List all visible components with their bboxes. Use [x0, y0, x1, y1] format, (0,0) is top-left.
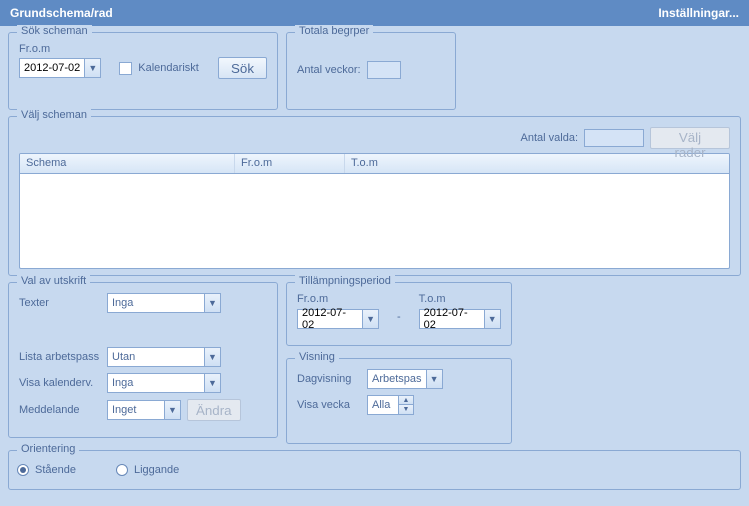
texter-value: Inga — [108, 297, 204, 309]
chevron-down-icon[interactable]: ▼ — [362, 310, 378, 328]
sok-scheman-group: Sök scheman Fr.o.m 2012-07-02 ▼ Kalendar… — [8, 32, 278, 110]
totala-group: Totala begrper Antal veckor: — [286, 32, 456, 110]
chevron-down-icon[interactable]: ▼ — [204, 348, 220, 366]
window-header: Grundschema/rad Inställningar... — [0, 0, 749, 26]
lista-combo[interactable]: Utan ▼ — [107, 347, 221, 367]
antal-veckor-value — [367, 61, 401, 79]
antal-veckor-label: Antal veckor: — [297, 64, 361, 76]
chevron-down-icon[interactable]: ▼ — [204, 294, 220, 312]
staende-label: Stående — [35, 464, 76, 476]
spinner-up-icon[interactable]: ▲ — [399, 396, 413, 405]
liggande-radio[interactable] — [116, 464, 128, 476]
scheman-table: Schema Fr.o.m T.o.m — [19, 153, 730, 269]
sok-button[interactable]: Sök — [218, 57, 267, 79]
chevron-down-icon[interactable]: ▼ — [484, 310, 500, 328]
window-title: Grundschema/rad — [10, 6, 113, 20]
meddelande-combo[interactable]: Inget ▼ — [107, 400, 181, 420]
vecka-spinner[interactable]: Alla ▲ ▼ — [367, 395, 414, 415]
kalender-label: Visa kalenderv. — [19, 377, 107, 389]
andra-button: Ändra — [187, 399, 241, 421]
tillamp-from-input[interactable]: 2012-07-02 ▼ — [297, 309, 379, 329]
tillamp-from-label: Fr.o.m — [297, 293, 379, 305]
dagvisning-value: Arbetspas — [368, 373, 426, 385]
col-from[interactable]: Fr.o.m — [235, 154, 345, 173]
tillamp-tom-label: T.o.m — [419, 293, 501, 305]
dagvisning-combo[interactable]: Arbetspas ▼ — [367, 369, 443, 389]
tillamp-legend: Tillämpningsperiod — [295, 275, 395, 287]
liggande-label: Liggande — [134, 464, 179, 476]
col-tom[interactable]: T.o.m — [345, 154, 729, 173]
table-header: Schema Fr.o.m T.o.m — [20, 154, 729, 174]
settings-link[interactable]: Inställningar... — [658, 6, 739, 20]
from-label: Fr.o.m — [19, 43, 267, 55]
period-separator: - — [397, 311, 401, 323]
visning-group: Visning Dagvisning Arbetspas ▼ Visa veck… — [286, 358, 512, 444]
valj-scheman-group: Välj scheman Antal valda: Välj rader Sch… — [8, 116, 741, 276]
kalendariskt-label: Kalendariskt — [138, 62, 199, 74]
staende-radio[interactable] — [17, 464, 29, 476]
dagvisning-label: Dagvisning — [297, 373, 367, 385]
kalender-value: Inga — [108, 377, 204, 389]
vecka-label: Visa vecka — [297, 399, 367, 411]
orientering-legend: Orientering — [17, 443, 79, 455]
chevron-down-icon[interactable]: ▼ — [164, 401, 180, 419]
visning-legend: Visning — [295, 351, 339, 363]
kalendariskt-checkbox[interactable] — [119, 62, 132, 75]
kalender-combo[interactable]: Inga ▼ — [107, 373, 221, 393]
lista-label: Lista arbetspass — [19, 351, 107, 363]
totala-legend: Totala begrper — [295, 25, 373, 37]
spinner-down-icon[interactable]: ▼ — [399, 405, 413, 414]
valj-rader-button: Välj rader — [650, 127, 730, 149]
texter-combo[interactable]: Inga ▼ — [107, 293, 221, 313]
meddelande-value: Inget — [108, 404, 164, 416]
from-date-input[interactable]: 2012-07-02 ▼ — [19, 58, 101, 78]
col-schema[interactable]: Schema — [20, 154, 235, 173]
chevron-down-icon[interactable]: ▼ — [204, 374, 220, 392]
tillamp-from-value: 2012-07-02 — [298, 307, 362, 331]
texter-label: Texter — [19, 297, 107, 309]
sok-scheman-legend: Sök scheman — [17, 25, 92, 37]
antal-valda-label: Antal valda: — [521, 132, 578, 144]
valj-scheman-legend: Välj scheman — [17, 109, 91, 121]
val-utskrift-group: Val av utskrift Texter Inga ▼ Lista arbe… — [8, 282, 278, 438]
lista-value: Utan — [108, 351, 204, 363]
tillamp-tom-value: 2012-07-02 — [420, 307, 484, 331]
meddelande-label: Meddelande — [19, 404, 107, 416]
antal-valda-value — [584, 129, 644, 147]
orientering-group: Orientering Stående Liggande — [8, 450, 741, 490]
val-utskrift-legend: Val av utskrift — [17, 275, 90, 287]
chevron-down-icon[interactable]: ▼ — [84, 59, 100, 77]
tillampningsperiod-group: Tillämpningsperiod Fr.o.m 2012-07-02 ▼ -… — [286, 282, 512, 346]
tillamp-tom-input[interactable]: 2012-07-02 ▼ — [419, 309, 501, 329]
from-date-value: 2012-07-02 — [20, 62, 84, 74]
chevron-down-icon[interactable]: ▼ — [426, 370, 442, 388]
vecka-value: Alla — [368, 396, 398, 414]
